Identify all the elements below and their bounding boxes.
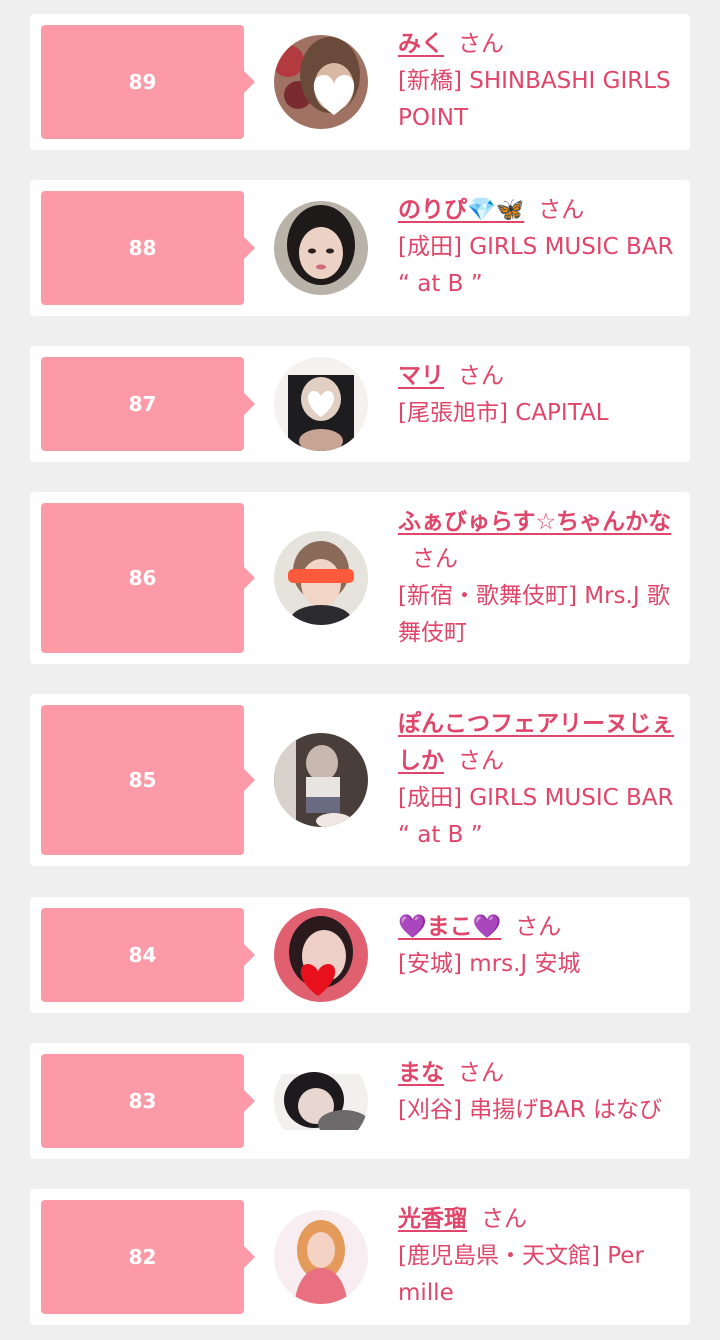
entry-info: みく さん [新橋] SHINBASHI GIRLS POINT xyxy=(398,26,676,137)
entry-name-link[interactable]: ぽんこつフェアリーヌじぇしか xyxy=(398,711,674,774)
rank-number: 89 xyxy=(128,70,157,94)
honorific: さん xyxy=(515,914,562,940)
rank-badge: 82 xyxy=(41,1200,255,1314)
shop-label: [成田] GIRLS MUSIC BAR “ at B ” xyxy=(398,234,674,297)
glasses-sticker-icon xyxy=(288,569,354,583)
ranking-card[interactable]: 83 まな さん [刈谷] 串揚げBAR はなび xyxy=(30,1043,690,1159)
rank-badge: 86 xyxy=(41,503,255,653)
rank-number: 82 xyxy=(128,1245,157,1269)
ranking-card[interactable]: 82 光香瑠 さん [鹿児島県・天文館] Per mille xyxy=(30,1189,690,1325)
avatar-photo-88 xyxy=(274,201,368,295)
rank-number: 88 xyxy=(128,236,157,260)
avatar[interactable] xyxy=(274,357,368,451)
rank-badge: 89 xyxy=(41,25,255,139)
shop-label: [新橋] SHINBASHI GIRLS POINT xyxy=(398,68,671,131)
shop-label: [刈谷] 串揚げBAR はなび xyxy=(398,1097,663,1123)
rank-number: 83 xyxy=(128,1089,157,1113)
avatar[interactable] xyxy=(274,201,368,295)
shop-label: [鹿児島県・天文館] Per mille xyxy=(398,1243,644,1306)
ranking-card[interactable]: 86 ふぁびゅらす☆ちゃんかなさん [新宿・歌舞伎町] Mrs.J 歌舞伎町 xyxy=(30,492,690,664)
rank-badge: 85 xyxy=(41,705,255,855)
shop-label: [尾張旭市] CAPITAL xyxy=(398,400,609,426)
honorific: さん xyxy=(458,363,504,389)
ranking-card[interactable]: 85 ぽんこつフェアリーヌじぇしか さん [成田] GIRLS MUSIC BAR… xyxy=(30,694,690,866)
entry-name-link[interactable]: 💜まこ💜 xyxy=(398,914,501,940)
entry-info: マリ さん [尾張旭市] CAPITAL xyxy=(398,358,676,432)
honorific: さん xyxy=(458,31,504,57)
avatar-photo-85 xyxy=(274,733,368,827)
ranking-card[interactable]: 84 💜まこ💜 さん [安城] mrs.J 安城 xyxy=(30,897,690,1013)
rank-badge: 83 xyxy=(41,1054,255,1148)
avatar-photo-86 xyxy=(274,531,368,625)
entry-info: ふぁびゅらす☆ちゃんかなさん [新宿・歌舞伎町] Mrs.J 歌舞伎町 xyxy=(398,504,676,652)
avatar-photo-83 xyxy=(274,1054,368,1148)
entry-info: まな さん [刈谷] 串揚げBAR はなび xyxy=(398,1055,676,1129)
avatar[interactable] xyxy=(274,1054,368,1148)
entry-info: 💜まこ💜 さん [安城] mrs.J 安城 xyxy=(398,909,676,983)
rank-number: 84 xyxy=(128,943,157,967)
avatar-photo-82 xyxy=(274,1210,368,1304)
rank-number: 86 xyxy=(128,566,157,590)
entry-name-link[interactable]: 光香瑠 xyxy=(398,1206,467,1232)
entry-info: ぽんこつフェアリーヌじぇしか さん [成田] GIRLS MUSIC BAR “ … xyxy=(398,706,676,854)
entry-name-link[interactable]: マリ xyxy=(398,363,444,389)
entry-name-link[interactable]: のりぴ💎🦋 xyxy=(398,197,524,223)
entry-info: のりぴ💎🦋 さん [成田] GIRLS MUSIC BAR “ at B ” xyxy=(398,192,676,303)
ranking-card[interactable]: 87 マリ さん [尾張旭市] CAPITAL xyxy=(30,346,690,462)
shop-label: [新宿・歌舞伎町] Mrs.J 歌舞伎町 xyxy=(398,583,670,646)
honorific: さん xyxy=(538,197,585,223)
shop-label: [安城] mrs.J 安城 xyxy=(398,951,581,977)
entry-info: 光香瑠 さん [鹿児島県・天文館] Per mille xyxy=(398,1201,676,1312)
avatar-photo-89 xyxy=(274,35,368,129)
shop-label: [成田] GIRLS MUSIC BAR “ at B ” xyxy=(398,785,674,848)
rank-badge: 84 xyxy=(41,908,255,1002)
entry-name-link[interactable]: みく xyxy=(398,31,444,57)
avatar[interactable] xyxy=(274,531,368,625)
honorific: さん xyxy=(412,546,458,572)
entry-name-link[interactable]: ふぁびゅらす☆ちゃんかな xyxy=(398,509,671,535)
avatar[interactable] xyxy=(274,1210,368,1304)
rank-number: 85 xyxy=(128,768,157,792)
ranking-card[interactable]: 89 みく さん [新橋] SHINBASHI GIRLS POINT xyxy=(30,14,690,150)
rank-badge: 88 xyxy=(41,191,255,305)
avatar-photo-84 xyxy=(274,908,368,1002)
ranking-card[interactable]: 88 のりぴ💎🦋 さん [成田] GIRLS MUSIC BAR “ at B ” xyxy=(30,180,690,316)
avatar[interactable] xyxy=(274,733,368,827)
entry-name-link[interactable]: まな xyxy=(398,1060,444,1086)
honorific: さん xyxy=(458,1060,504,1086)
avatar[interactable] xyxy=(274,35,368,129)
ranking-list: 89 みく さん [新橋] SHINBASHI GIRLS POINT 88 の… xyxy=(0,0,720,1340)
avatar-photo-87 xyxy=(274,357,368,451)
honorific: さん xyxy=(458,748,504,774)
rank-number: 87 xyxy=(128,392,157,416)
avatar[interactable] xyxy=(274,908,368,1002)
honorific: さん xyxy=(481,1206,527,1232)
rank-badge: 87 xyxy=(41,357,255,451)
